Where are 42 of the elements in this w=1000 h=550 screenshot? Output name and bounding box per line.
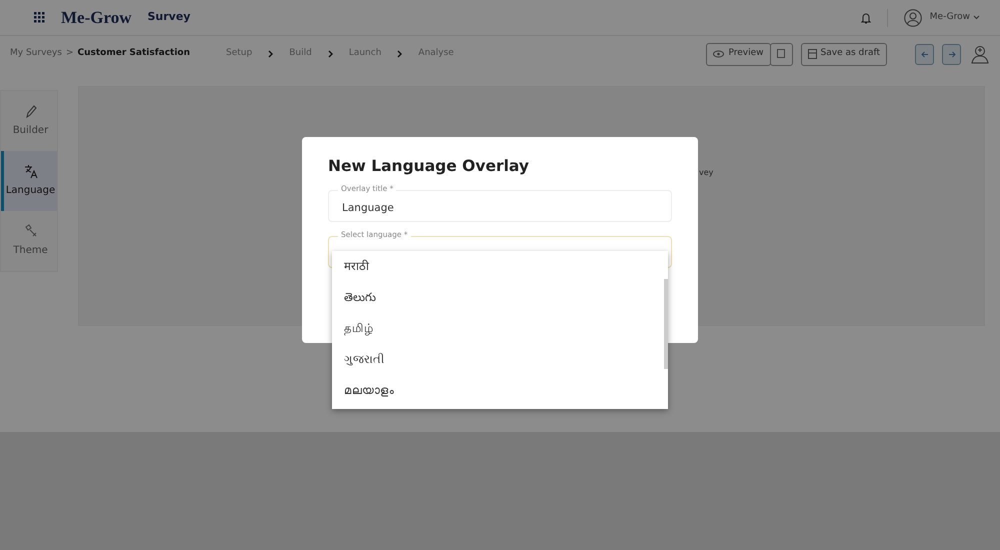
dropdown-option[interactable]: ગુજરાતી (332, 344, 664, 375)
step-link[interactable]: Build (289, 47, 312, 61)
chevron-icon (328, 50, 333, 58)
modal-title: New Language Overlay (328, 157, 530, 176)
save-icon (808, 49, 817, 59)
breadcrumb-current: Customer Satisfaction (78, 47, 190, 60)
arrow-right-icon (948, 50, 956, 58)
step-link[interactable]: Launch (348, 47, 382, 61)
pencil-icon (24, 104, 38, 119)
save-draft-button[interactable]: Save as draft (800, 42, 887, 66)
logo: Me-Grow (61, 6, 132, 29)
chevron-icon (397, 50, 402, 58)
brush-icon (24, 224, 38, 239)
app-title: Survey (148, 9, 190, 26)
dropdown-option[interactable]: తెలుగు (332, 282, 664, 313)
breadcrumb-separator: > (66, 47, 74, 60)
translate-icon (24, 164, 38, 179)
bell-icon[interactable] (860, 12, 871, 24)
apps-grid-icon[interactable] (34, 12, 45, 23)
forward-button[interactable] (942, 44, 961, 64)
preview-button[interactable]: Preview (706, 42, 771, 66)
dropdown-option[interactable]: मराठी (332, 251, 664, 282)
caret-icon[interactable] (973, 15, 980, 20)
sidebar-tab[interactable]: Builder (1, 91, 57, 151)
person-badge-icon[interactable] (970, 44, 990, 64)
back-button[interactable] (915, 44, 934, 64)
user-menu[interactable]: Me-Grow (930, 10, 970, 24)
step-link[interactable]: Setup (226, 47, 252, 61)
eye-icon (713, 50, 724, 58)
sidebar-tab[interactable]: Theme (1, 211, 57, 271)
copy-icon (776, 49, 786, 59)
scrollbar[interactable] (664, 279, 668, 369)
user-avatar-icon[interactable] (904, 8, 922, 26)
dropdown-option[interactable]: മലയാളം (332, 375, 664, 406)
copy-button[interactable] (770, 42, 793, 66)
arrow-left-icon (920, 50, 928, 58)
step-link[interactable]: Analyse (418, 47, 454, 61)
dropdown-option[interactable]: தமிழ் (332, 313, 664, 344)
sidebar-tab[interactable]: Language (1, 151, 57, 211)
chevron-icon (268, 50, 274, 58)
panel-text: vey (699, 167, 714, 179)
breadcrumb-link[interactable]: My Surveys (10, 47, 62, 61)
